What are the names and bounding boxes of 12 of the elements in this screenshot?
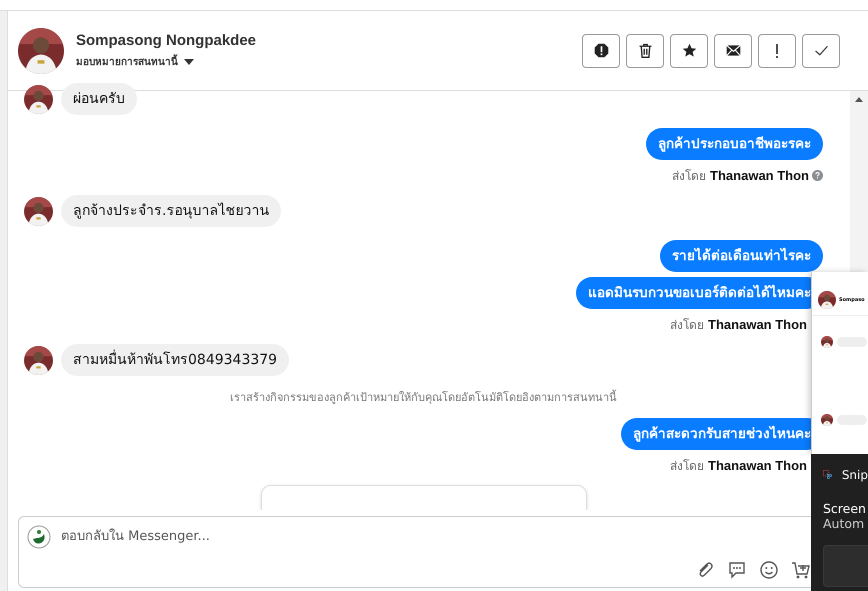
sender-label: ส่งโดย Thanawan Thon xyxy=(672,167,809,185)
sender-label: ส่งโดย Thanawan Thon xyxy=(670,457,807,475)
message-bubble: ลูกจ้างประจำร.รอนุบาลไชยวาน xyxy=(61,195,282,227)
app-name: Snip xyxy=(842,468,868,482)
sender-label: ส่งโดย Thanawan Thon xyxy=(670,316,807,334)
message-bubble: สามหมื่นห้าพันโทร0849343379 xyxy=(61,344,290,376)
message-bubble: รายได้ต่อเดือนเท่าไรคะ xyxy=(660,240,823,272)
system-notice: เราสร้างกิจกรรมของลูกค้าเป้าหมายให้กับคุณโดยอัตโนมัติโดยอิงตามการสนทนานี้ xyxy=(230,388,617,406)
message-bubble: ผ่อนครับ xyxy=(61,83,137,115)
toast-title: Screen xyxy=(823,501,867,516)
message-bubble: ลูกค้าประกอบอาชีพอะรคะ xyxy=(646,128,823,160)
contact-name: Sompasong Nongpakdee xyxy=(76,32,258,49)
